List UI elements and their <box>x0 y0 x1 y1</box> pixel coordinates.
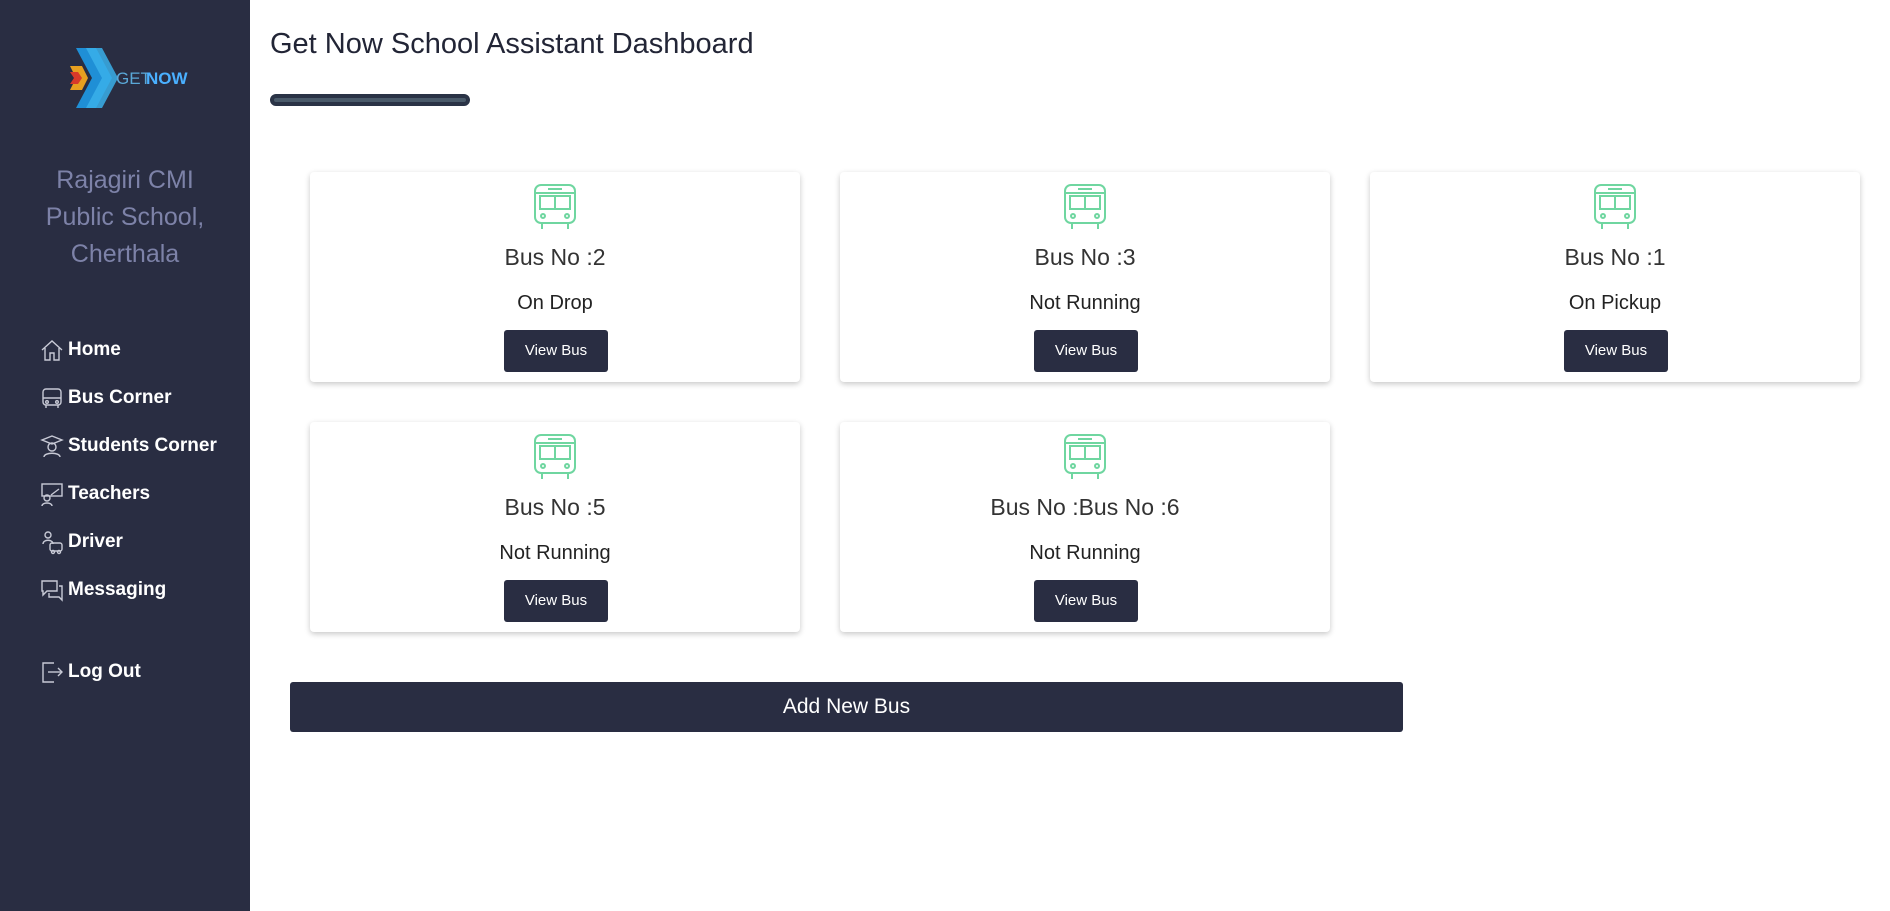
logout-label: Log Out <box>68 661 141 682</box>
view-bus-button[interactable]: View Bus <box>1564 330 1668 372</box>
bus-status: On Drop <box>517 292 593 314</box>
bus-status: On Pickup <box>1568 292 1662 314</box>
logout-icon <box>38 658 66 686</box>
logout-button[interactable]: Log Out <box>38 648 141 696</box>
student-icon <box>38 432 66 460</box>
bus-icon <box>530 432 580 482</box>
bus-number: Bus No :Bus No :6 <box>990 494 1180 520</box>
sidebar-item-driver[interactable]: Driver <box>38 518 217 566</box>
sidebar-item-teachers[interactable]: Teachers <box>38 470 217 518</box>
home-icon <box>38 336 66 364</box>
sidebar-item-label: Bus Corner <box>68 387 172 408</box>
teacher-icon <box>38 480 66 508</box>
view-bus-button[interactable]: View Bus <box>1034 330 1138 372</box>
sidebar-item-home[interactable]: Home <box>38 326 217 374</box>
add-new-bus-button[interactable]: Add New Bus <box>290 682 1403 732</box>
bus-number: Bus No :1 <box>1564 244 1666 270</box>
school-name: Rajagiri CMI Public School, Cherthala <box>20 162 230 273</box>
sidebar-nav: Home Bus Corner Students Corner Teachers… <box>38 326 217 614</box>
sidebar-item-students-corner[interactable]: Students Corner <box>38 422 217 470</box>
view-bus-button[interactable]: View Bus <box>1034 580 1138 622</box>
driver-icon <box>38 528 66 556</box>
bus-card: Bus No :1 On Pickup View Bus <box>1370 172 1860 382</box>
bus-card: Bus No :2 On Drop View Bus <box>310 172 800 382</box>
page-title: Get Now School Assistant Dashboard <box>270 28 754 60</box>
school-name-line: Cherthala <box>70 240 180 268</box>
sidebar-item-label: Messaging <box>68 579 167 600</box>
bus-number: Bus No :5 <box>504 494 606 520</box>
sidebar-item-label: Home <box>68 339 121 360</box>
bus-card: Bus No :3 Not Running View Bus <box>840 172 1330 382</box>
bus-icon <box>1590 182 1640 232</box>
main-content: Get Now School Assistant Dashboard Bus N… <box>250 0 1890 911</box>
sidebar-item-label: Teachers <box>68 483 151 504</box>
bus-status: Not Running <box>1029 292 1141 314</box>
message-icon <box>38 576 66 604</box>
bus-status: Not Running <box>1029 542 1141 564</box>
bus-icon <box>1060 182 1110 232</box>
bus-card: Bus No :5 Not Running View Bus <box>310 422 800 632</box>
sidebar-item-label: Students Corner <box>68 435 217 456</box>
sidebar: GET NOW Rajagiri CMI Public School, Cher… <box>0 0 250 911</box>
sidebar-item-bus-corner[interactable]: Bus Corner <box>38 374 217 422</box>
bus-status: Not Running <box>499 542 611 564</box>
title-underline-bar <box>270 94 470 106</box>
sidebar-item-messaging[interactable]: Messaging <box>38 566 217 614</box>
bus-number: Bus No :2 <box>504 244 606 270</box>
bus-number: Bus No :3 <box>1034 244 1136 270</box>
view-bus-button[interactable]: View Bus <box>504 580 608 622</box>
school-name-line: Public School, <box>45 203 205 231</box>
bus-card: Bus No :Bus No :6 Not Running View Bus <box>840 422 1330 632</box>
svg-text:NOW: NOW <box>146 69 188 88</box>
bus-icon <box>38 384 66 412</box>
sidebar-item-label: Driver <box>68 531 123 552</box>
bus-icon <box>1060 432 1110 482</box>
bus-icon <box>530 182 580 232</box>
view-bus-button[interactable]: View Bus <box>504 330 608 372</box>
getnow-logo[interactable]: GET NOW <box>68 44 189 112</box>
school-name-line: Rajagiri CMI <box>56 166 194 194</box>
